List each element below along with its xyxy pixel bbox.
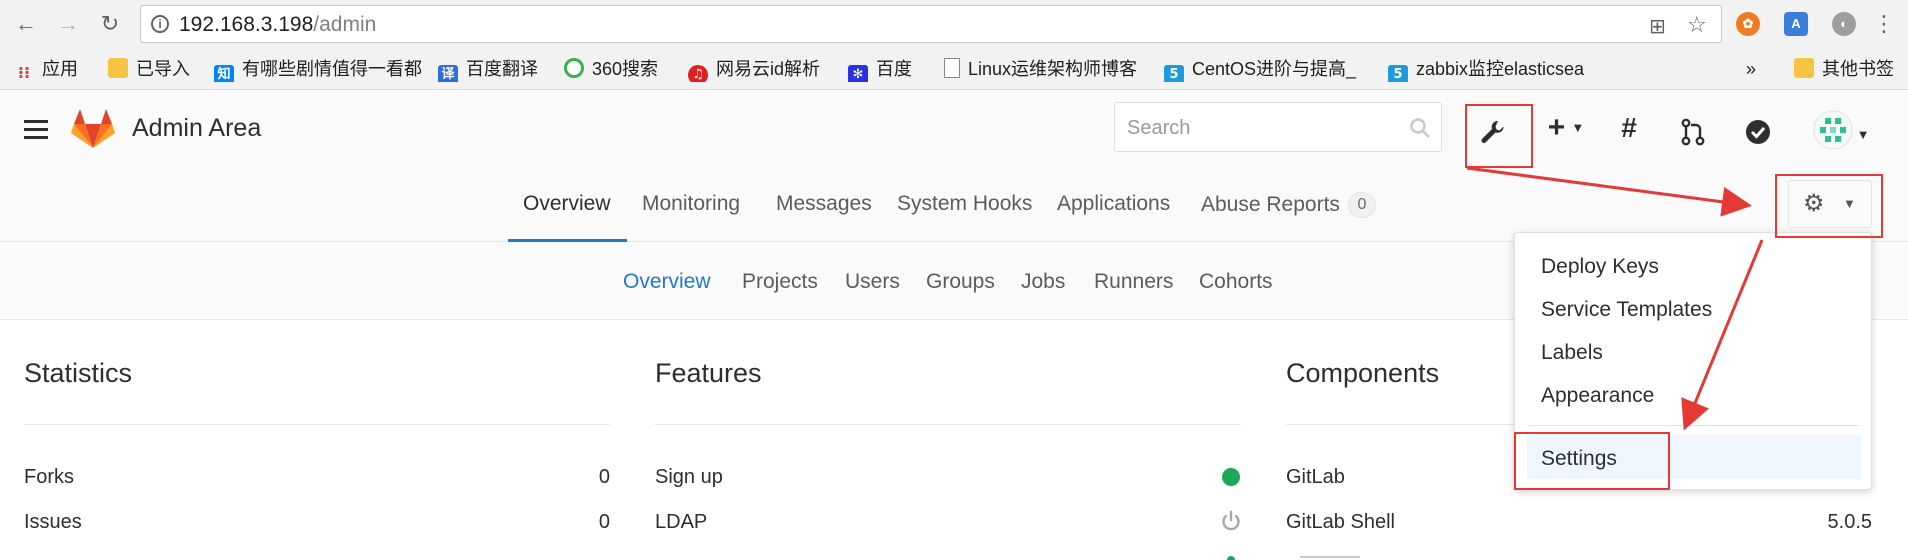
screen: ← → ↻ i 192.168.3.198/admin ⊞ ☆ ✿ A ◐ ⋮ … (0, 0, 1908, 560)
annotation-arrows (1466, 166, 1764, 431)
